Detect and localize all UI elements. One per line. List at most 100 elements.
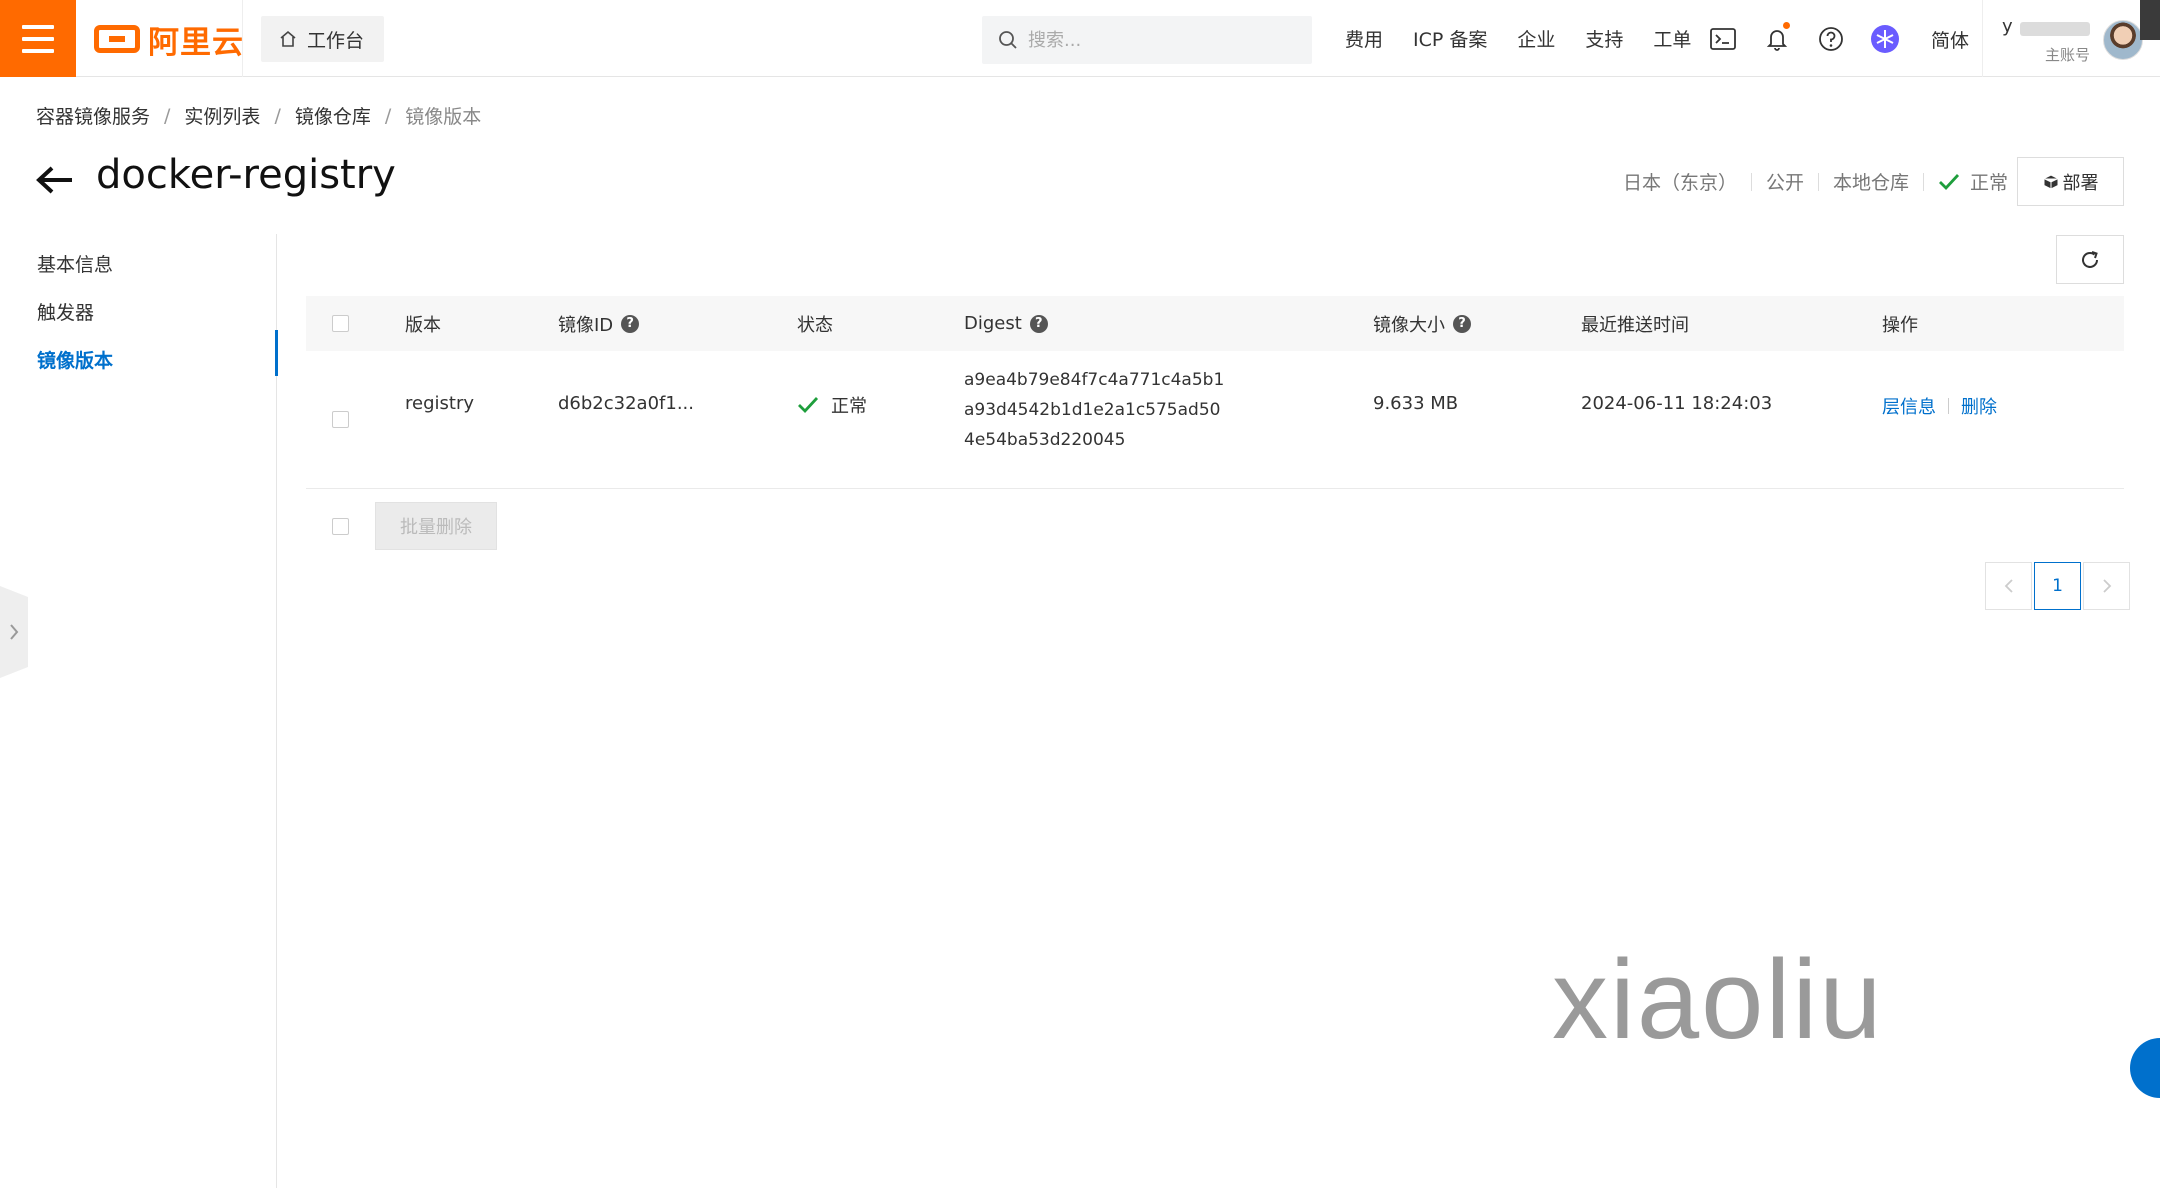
nav-link-support[interactable]: 支持: [1585, 25, 1623, 52]
layer-info-link[interactable]: 层信息: [1882, 393, 1936, 419]
sidenav-item-image-versions[interactable]: 镜像版本: [37, 346, 113, 373]
top-nav-links: 费用 ICP 备案 企业 支持 工单: [1345, 0, 1721, 77]
divider: [242, 0, 243, 77]
cell-pushed-at: 2024-06-11 18:24:03: [1581, 393, 1773, 414]
ai-assistant-icon[interactable]: [1868, 22, 1902, 56]
refresh-button[interactable]: [2056, 235, 2124, 284]
digest-line: 4e54ba53d220045: [964, 430, 1126, 450]
repo-status-text: 正常: [1969, 172, 2008, 194]
divider: [1948, 398, 1949, 414]
sidenav-item-triggers[interactable]: 触发器: [37, 298, 94, 325]
image-versions-table: 版本 镜像ID? 状态 Digest? 镜像大小? 最近推送时间 操作 regi…: [306, 296, 2124, 489]
help-icon[interactable]: ?: [1029, 314, 1048, 333]
brand-name: 阿里云: [148, 24, 244, 61]
repo-meta: 日本（东京） 公开 本地仓库 正常: [1623, 168, 2008, 195]
row-checkbox[interactable]: [332, 411, 349, 428]
brand-logo[interactable]: 阿里云: [94, 18, 244, 61]
column-image-id: 镜像ID?: [558, 296, 640, 351]
nav-link-enterprise[interactable]: 企业: [1517, 25, 1555, 52]
divider: [1922, 172, 1924, 191]
workbench-label: 工作台: [307, 29, 365, 52]
cell-status: 正常: [797, 392, 867, 418]
account-name-redacted: [2020, 22, 2090, 36]
sidenav-item-basic-info[interactable]: 基本信息: [37, 250, 113, 277]
digest-line: a93d4542b1d1e2a1c575ad50: [964, 400, 1221, 420]
home-icon: [280, 30, 296, 47]
account-name: y: [2002, 16, 2013, 37]
column-actions-label: 操作: [1882, 314, 1918, 336]
terminal-icon[interactable]: [1706, 22, 1740, 56]
back-arrow-icon[interactable]: [34, 160, 76, 200]
table-header: 版本 镜像ID? 状态 Digest? 镜像大小? 最近推送时间 操作: [306, 296, 2124, 351]
check-icon: [798, 397, 819, 414]
batch-select-checkbox[interactable]: [332, 518, 349, 535]
avatar[interactable]: [2103, 20, 2143, 60]
repo-region: 日本（东京）: [1622, 172, 1737, 194]
column-digest: Digest?: [964, 296, 1048, 351]
breadcrumb-item-repos[interactable]: 镜像仓库: [295, 102, 371, 129]
breadcrumb-item-service[interactable]: 容器镜像服务: [36, 102, 150, 129]
help-icon[interactable]: [1814, 22, 1848, 56]
next-page-button[interactable]: [2083, 562, 2130, 610]
search-input[interactable]: [1028, 29, 1288, 51]
cell-status-text: 正常: [831, 396, 867, 417]
nav-link-icp[interactable]: ICP 备案: [1413, 25, 1487, 52]
chevron-right-icon: [2102, 579, 2111, 593]
prev-page-button[interactable]: [1985, 562, 2032, 610]
refresh-icon: [2082, 250, 2098, 268]
breadcrumb-separator: /: [384, 104, 392, 127]
deploy-button[interactable]: 部署: [2017, 157, 2124, 206]
table-row: registry d6b2c32a0f1... 正常 a9ea4b79e84f7…: [306, 351, 2124, 489]
batch-delete-button[interactable]: 批量删除: [375, 502, 497, 550]
column-status-label: 状态: [797, 314, 833, 336]
nav-link-ticket[interactable]: 工单: [1653, 25, 1691, 52]
search-box[interactable]: [982, 16, 1312, 64]
delete-link[interactable]: 删除: [1961, 393, 1997, 419]
column-size: 镜像大小?: [1373, 296, 1471, 351]
column-version-label: 版本: [405, 314, 441, 336]
divider: [1750, 172, 1752, 191]
breadcrumb-separator: /: [274, 104, 281, 127]
scrollbar-thumb[interactable]: [2140, 0, 2160, 40]
breadcrumb: 容器镜像服务 / 实例列表 / 镜像仓库 / 镜像版本: [36, 102, 481, 129]
cube-icon: [2043, 173, 2058, 190]
account-info[interactable]: y 主账号: [2000, 12, 2092, 68]
watermark-text: xiaoliu: [1552, 937, 1884, 1062]
breadcrumb-item-instances[interactable]: 实例列表: [184, 102, 260, 129]
help-icon[interactable]: ?: [1453, 314, 1471, 333]
select-all-checkbox[interactable]: [332, 315, 349, 332]
page-number-current[interactable]: 1: [2034, 562, 2081, 610]
active-indicator: [275, 330, 278, 376]
menu-icon[interactable]: [0, 0, 76, 77]
column-status: 状态: [797, 296, 833, 351]
workbench-button[interactable]: 工作台: [261, 16, 384, 62]
expand-sidebar-tab[interactable]: [0, 586, 28, 678]
search-icon: [999, 31, 1017, 49]
chevron-left-icon: [2004, 579, 2013, 593]
column-version: 版本: [405, 296, 441, 351]
divider: [1982, 0, 1983, 77]
breadcrumb-separator: /: [164, 104, 171, 127]
cell-digest: a9ea4b79e84f7c4a771c4a5b1 a93d4542b1d1e2…: [964, 365, 1224, 455]
chevron-right-icon: [10, 624, 19, 640]
cell-actions: 层信息 删除: [1882, 393, 1997, 419]
deploy-label: 部署: [2062, 172, 2099, 194]
repo-status: 正常: [1938, 168, 2008, 195]
cell-version: registry: [405, 393, 474, 414]
repo-type: 本地仓库: [1832, 172, 1909, 194]
column-digest-label: Digest: [964, 313, 1022, 334]
pagination: 1: [1985, 562, 2130, 610]
aliyun-logo-icon: [94, 25, 140, 53]
cell-size: 9.633 MB: [1373, 393, 1459, 414]
nav-link-billing[interactable]: 费用: [1345, 25, 1383, 52]
language-switch[interactable]: 简体: [1931, 26, 1969, 53]
column-size-label: 镜像大小: [1373, 314, 1445, 336]
divider: [1817, 172, 1819, 191]
notification-bell-icon[interactable]: [1760, 22, 1794, 56]
floating-assistant-button[interactable]: [2130, 1038, 2160, 1098]
cell-image-id: d6b2c32a0f1...: [558, 393, 694, 414]
repo-visibility: 公开: [1765, 172, 1804, 194]
help-icon[interactable]: ?: [621, 314, 640, 333]
column-image-id-label: 镜像ID: [558, 314, 614, 336]
side-nav: 基本信息 触发器 镜像版本: [0, 234, 278, 1188]
